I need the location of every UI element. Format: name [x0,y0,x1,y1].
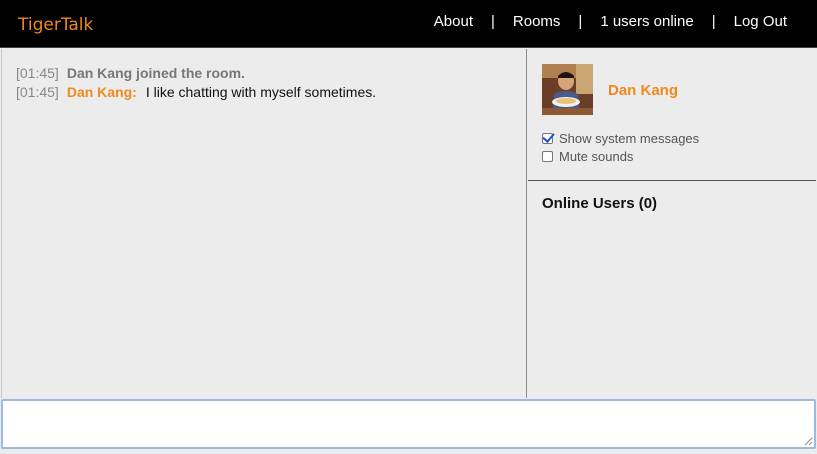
nav-separator: | [490,13,495,30]
message-composer[interactable] [1,399,816,449]
user-sidebar: Dan Kang Show system messages Mute sound… [528,49,816,398]
nav-logout-link[interactable]: Log Out [734,13,787,30]
nav-users-online-link[interactable]: 1 users online [600,13,693,30]
message-author: Dan Kang: [66,84,137,100]
chat-message-log[interactable]: [01:45] Dan Kang joined the room. [01:45]… [1,49,527,398]
message-timestamp: [01:45] [16,65,59,81]
nav-separator: | [711,13,716,30]
brand-logo-link[interactable]: TigerTalk [18,15,93,35]
nav-rooms-link[interactable]: Rooms [513,13,561,30]
top-nav-bar: TigerTalk About | Rooms | 1 users online… [0,0,817,48]
current-username: Dan Kang [608,82,679,99]
mute-sounds-option[interactable]: Mute sounds [542,149,633,164]
online-users-heading: Online Users (0) [542,195,658,212]
mute-sounds-checkbox[interactable] [542,151,553,162]
message-timestamp: [01:45] [16,84,59,100]
avatar-photo-icon [542,64,593,115]
nav-separator: | [578,13,583,30]
profile-panel: Dan Kang Show system messages Mute sound… [528,49,816,181]
message-text: I like chatting with myself sometimes. [145,84,377,100]
show-system-messages-checkbox[interactable] [542,133,553,144]
show-system-messages-label: Show system messages [559,131,700,146]
user-avatar [542,64,593,115]
system-message-text: Dan Kang joined the room. [66,65,245,81]
chat-message: [01:45] Dan Kang: I like chatting with mys… [16,83,526,102]
resize-grip-icon[interactable] [803,436,813,446]
bottom-margin [0,449,817,454]
main-nav: About | Rooms | 1 users online | Log Out [434,13,787,30]
mute-sounds-label: Mute sounds [559,149,634,164]
nav-about-link[interactable]: About [434,13,473,30]
message-input[interactable] [3,401,814,447]
system-message: [01:45] Dan Kang joined the room. [16,64,526,83]
show-system-messages-option[interactable]: Show system messages [542,131,699,146]
